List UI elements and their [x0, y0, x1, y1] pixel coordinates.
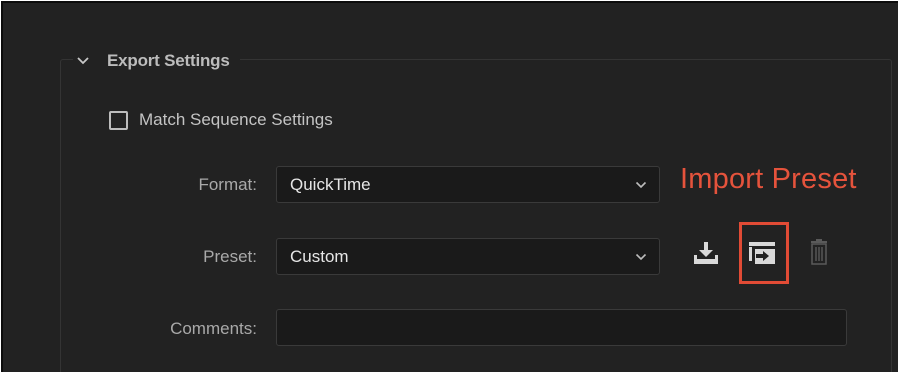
comments-field[interactable]	[276, 309, 847, 346]
match-sequence-label: Match Sequence Settings	[139, 110, 333, 129]
trash-icon	[809, 238, 829, 271]
preset-label: Preset:	[203, 247, 257, 266]
chevron-down-icon[interactable]	[73, 51, 93, 71]
format-label: Format:	[198, 175, 257, 194]
format-value: QuickTime	[290, 174, 371, 194]
preset-value: Custom	[290, 246, 349, 266]
format-dropdown[interactable]: QuickTime	[276, 166, 660, 203]
section-title: Export Settings	[107, 51, 230, 70]
import-preset-highlight	[739, 222, 789, 284]
comments-label: Comments:	[170, 319, 257, 338]
match-sequence-setting[interactable]: Match Sequence Settings	[109, 107, 333, 133]
save-preset-icon	[692, 240, 720, 271]
import-preset-annotation: Import Preset	[680, 163, 857, 195]
match-sequence-checkbox[interactable]	[109, 110, 128, 130]
export-settings-header[interactable]: Export Settings	[73, 46, 240, 76]
chevron-down-icon	[632, 176, 650, 194]
export-settings-panel: Export Settings Match Sequence Settings …	[1, 1, 898, 372]
preset-dropdown[interactable]: Custom	[276, 238, 660, 275]
chevron-down-icon	[632, 248, 650, 266]
save-preset-button[interactable]	[691, 240, 721, 270]
delete-preset-button[interactable]	[804, 238, 834, 271]
